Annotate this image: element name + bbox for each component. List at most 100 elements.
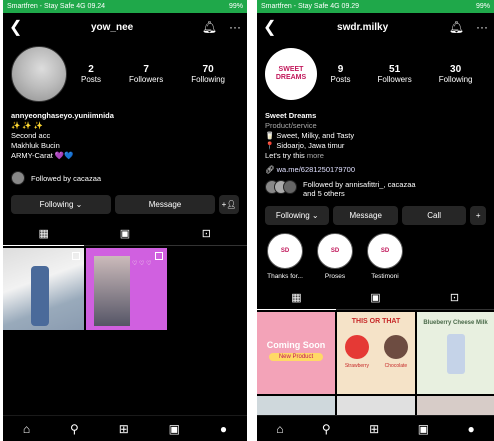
bio-line: ✨ ✨ ✨ xyxy=(11,121,44,130)
back-arrow-icon[interactable]: ❮ xyxy=(9,17,22,37)
follower-avatar xyxy=(283,180,297,194)
profile-avatar-icon[interactable]: ● xyxy=(467,422,474,436)
bio-line: ARMY-Carat 💜💙 xyxy=(11,151,74,160)
grid-tab-icon[interactable]: ▦ xyxy=(3,222,84,246)
stat-num: 7 xyxy=(143,64,149,75)
search-icon[interactable]: ⚲ xyxy=(322,422,331,436)
highlight-item[interactable]: SD Proses xyxy=(315,233,355,280)
bio-link-row[interactable]: 🔗︎ wa.me/6281250179700 xyxy=(265,165,486,175)
post-thumbnail[interactable] xyxy=(417,396,494,416)
message-button[interactable]: Message xyxy=(333,206,398,225)
home-icon[interactable]: ⌂ xyxy=(276,422,283,436)
highlight-item[interactable]: SD Testimoni xyxy=(365,233,405,280)
stat-label: Following xyxy=(438,75,473,84)
highlight-cover: SD xyxy=(317,233,353,269)
bell-icon[interactable]: 🔔︎ xyxy=(449,20,464,34)
post-thumbnail[interactable]: THIS OR THAT Strawberry Chocolate xyxy=(337,312,415,394)
followed-by-row[interactable]: Followed by annisafittri_, cacazaa and 5… xyxy=(257,180,494,198)
reels-tab-icon[interactable]: ▣ xyxy=(85,222,166,246)
more-link[interactable]: more xyxy=(307,151,324,160)
profile-header: 2 Posts 7 Followers 70 Following xyxy=(3,41,247,107)
bio-link[interactable]: wa.me/6281250179700 xyxy=(277,165,355,174)
logo-text-2: DREAMS xyxy=(275,74,307,81)
right-profile-screen: Smartfren - Stay Safe 4G 09.29 99% ❮ swd… xyxy=(257,0,494,441)
reels-icon[interactable]: ▣ xyxy=(169,422,180,436)
stat-following[interactable]: 70 Following xyxy=(191,64,225,84)
status-bar: Smartfren - Stay Safe 4G 09.29 99% xyxy=(257,0,494,13)
more-options-icon[interactable]: ··· xyxy=(229,20,241,34)
action-buttons: Following ⌄ Message Call + xyxy=(257,206,494,225)
stat-followers[interactable]: 7 Followers xyxy=(129,64,163,84)
bell-icon[interactable]: 🔔︎ xyxy=(202,20,217,34)
bio: annyeonghaseyo.yuniimnida ✨ ✨ ✨ Second a… xyxy=(3,107,247,161)
new-post-icon[interactable]: ⊞ xyxy=(369,422,379,436)
following-button[interactable]: Following ⌄ xyxy=(265,206,330,225)
top-bar: ❮ yow_nee 🔔︎ ··· xyxy=(3,13,247,41)
stat-posts[interactable]: 2 Posts xyxy=(81,64,101,84)
avatar[interactable]: SWEET DREAMS xyxy=(265,48,317,100)
highlight-item[interactable]: SD Thanks for... xyxy=(265,233,305,280)
bottle-image xyxy=(446,334,465,374)
action-buttons: Following ⌄ Message +👤︎ xyxy=(3,195,247,214)
suggest-user-icon[interactable]: + xyxy=(470,206,486,225)
post-thumbnail[interactable] xyxy=(3,248,84,330)
profile-tabs: ▦ ▣ ⊡ xyxy=(257,286,494,310)
display-name: Sweet Dreams xyxy=(265,111,317,120)
reels-icon[interactable]: ▣ xyxy=(418,422,429,436)
call-button[interactable]: Call xyxy=(401,206,467,225)
follower-avatars xyxy=(265,180,297,194)
bottom-nav: ⌂ ⚲ ⊞ ▣ ● xyxy=(3,415,247,441)
profile-username: swdr.milky xyxy=(337,21,389,33)
stat-num: 2 xyxy=(88,64,94,75)
strawberry-image xyxy=(344,335,369,359)
back-arrow-icon[interactable]: ❮ xyxy=(263,17,276,37)
bio-line-more: Let's try this more xyxy=(265,151,486,161)
tagged-tab-icon[interactable]: ⊡ xyxy=(415,286,493,310)
post-labels: Strawberry Chocolate xyxy=(337,363,415,369)
avatar[interactable] xyxy=(11,46,67,102)
stat-num: 30 xyxy=(450,64,462,75)
bio-line: 🥛 Sweet, Milky, and Tasty xyxy=(265,131,355,140)
tagged-tab-icon[interactable]: ⊡ xyxy=(166,222,247,246)
post-thumbnail[interactable] xyxy=(337,396,415,416)
profile-header: SWEET DREAMS 9 Posts 51 Followers 30 Follow… xyxy=(257,41,494,107)
story-highlights: SD Thanks for... SD Proses SD Testimoni xyxy=(257,233,494,280)
followed-by-row[interactable]: Followed by cacazaa xyxy=(3,171,247,185)
post-caption: ♡ ♡ ♡ xyxy=(132,261,152,267)
home-icon[interactable]: ⌂ xyxy=(23,422,30,436)
option-b: Chocolate xyxy=(384,363,408,369)
stat-label: Followers xyxy=(128,75,164,84)
carousel-icon xyxy=(155,252,163,260)
profile-tabs: ▦ ▣ ⊡ xyxy=(3,222,247,246)
bio-text: Let's try this xyxy=(265,151,305,160)
post-thumbnail[interactable]: Coming Soon New Product xyxy=(257,312,335,394)
follower-avatar xyxy=(11,171,25,185)
grid-tab-icon[interactable]: ▦ xyxy=(257,286,336,310)
suggest-user-icon[interactable]: +👤︎ xyxy=(219,195,239,214)
stat-followers[interactable]: 51 Followers xyxy=(377,64,411,84)
message-button[interactable]: Message xyxy=(115,195,215,214)
post-thumbnail[interactable]: ♡ ♡ ♡ xyxy=(86,248,167,330)
bio: Sweet Dreams Product/service 🥛 Sweet, Mi… xyxy=(257,107,494,175)
post-subtitle: New Product xyxy=(269,353,323,361)
left-profile-screen: Smartfren - Stay Safe 4G 09.24 99% ❮ yow… xyxy=(3,0,247,441)
stat-posts[interactable]: 9 Posts xyxy=(330,64,350,84)
new-post-icon[interactable]: ⊞ xyxy=(119,422,129,436)
clock: 09.24 xyxy=(87,3,106,10)
link-icon: 🔗︎ xyxy=(265,165,275,174)
post-title: Coming Soon xyxy=(266,340,326,350)
reels-tab-icon[interactable]: ▣ xyxy=(336,286,414,310)
logo-text-1: SWEET xyxy=(278,66,304,73)
post-thumbnail[interactable]: Blueberry Cheese Milk xyxy=(417,312,494,394)
post-thumbnail[interactable] xyxy=(257,396,335,416)
more-options-icon[interactable]: ··· xyxy=(476,20,488,34)
stat-following[interactable]: 30 Following xyxy=(439,64,473,84)
followed-by-text: Followed by annisafittri_, cacazaa xyxy=(303,180,416,189)
profile-avatar-icon[interactable]: ● xyxy=(220,422,227,436)
stat-label: Posts xyxy=(330,75,351,84)
profile-username: yow_nee xyxy=(90,21,134,33)
search-icon[interactable]: ⚲ xyxy=(70,422,79,436)
following-button[interactable]: Following ⌄ xyxy=(11,195,111,214)
top-bar: ❮ swdr.milky 🔔︎ ··· xyxy=(257,13,494,41)
post-images xyxy=(337,335,415,359)
